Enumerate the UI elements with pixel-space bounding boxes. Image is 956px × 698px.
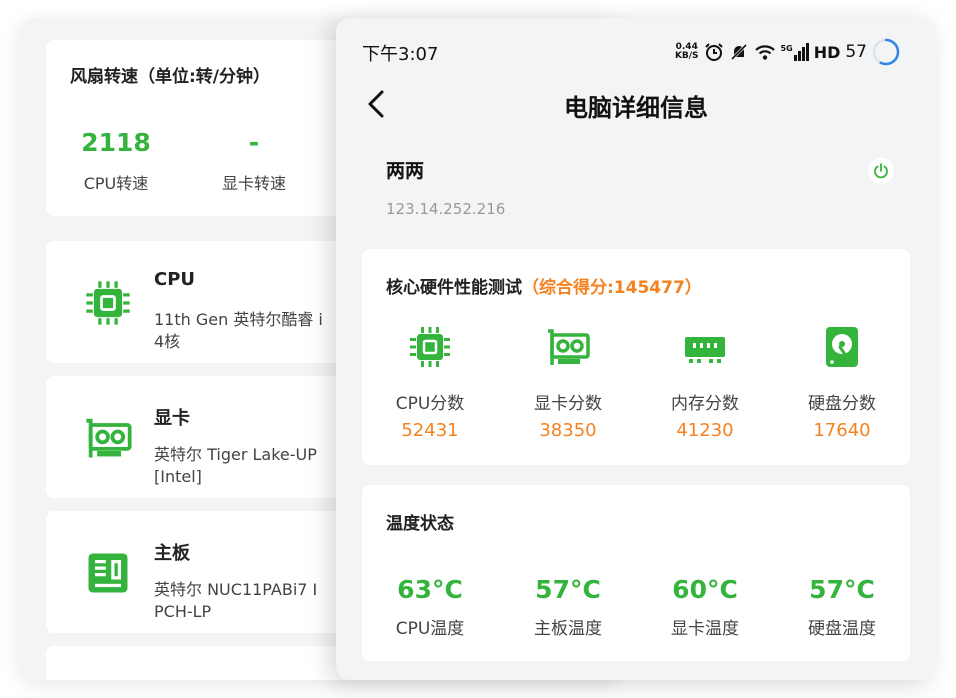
wifi-icon: [754, 45, 775, 60]
device-name: 两两: [386, 160, 425, 182]
temp-value: 57°C: [809, 575, 875, 604]
perf-label: 内存分数: [671, 394, 739, 414]
fan-speed-title: 风扇转速（单位:转/分钟）: [70, 67, 271, 87]
cellular-signal-icon: 5G: [781, 43, 809, 61]
temp-value: 57°C: [535, 575, 601, 604]
perf-score: 52431: [401, 420, 459, 441]
perf-label: 硬盘分数: [808, 394, 876, 414]
memory-icon: [685, 337, 725, 363]
perf-score: 38350: [539, 420, 597, 441]
detail-screen: 下午3:07 0.44 KB/S 5G HD 57 电脑详细信息 两两 123.…: [336, 18, 936, 680]
mute-bell-icon: [730, 43, 747, 61]
total-score: （综合得分:145477）: [522, 278, 702, 298]
temp-label: CPU温度: [395, 619, 465, 639]
motherboard-icon: [88, 553, 128, 593]
graphics-card-icon: [86, 418, 132, 458]
perf-label: 显卡分数: [534, 394, 602, 414]
graphics-card-icon: [548, 329, 590, 365]
perf-label: CPU分数: [395, 394, 465, 414]
network-speed: 0.44 KB/S: [674, 42, 699, 61]
status-bar-icons: 0.44 KB/S 5G HD 57: [675, 34, 900, 70]
perf-score: 17640: [813, 420, 871, 441]
temperature-title: 温度状态: [386, 514, 454, 534]
power-icon: [874, 163, 888, 179]
alarm-icon: [704, 43, 723, 61]
perf-item-memory[interactable]: 内存分数 41230: [645, 323, 765, 441]
hd-badge: HD: [813, 42, 841, 62]
hard-disk-icon: [826, 327, 858, 367]
device-ip: 123.14.252.216: [386, 200, 506, 218]
cpu-fan-label: CPU转速: [83, 174, 149, 193]
temp-item-disk: 57°C 硬盘温度: [782, 575, 902, 639]
hardware-title: CPU: [154, 269, 196, 290]
status-time: 下午3:07: [362, 44, 439, 65]
performance-test-card: 核心硬件性能测试（综合得分:145477） CPU分数 52431 显卡分数 3…: [362, 249, 910, 465]
performance-title: 核心硬件性能测试（综合得分:145477）: [386, 278, 702, 298]
battery-level: 57: [845, 42, 867, 62]
perf-score: 41230: [676, 420, 734, 441]
perf-item-cpu[interactable]: CPU分数 52431: [370, 323, 490, 441]
perf-item-gpu[interactable]: 显卡分数 38350: [508, 323, 628, 441]
temp-label: 显卡温度: [671, 619, 739, 639]
hardware-desc: 11th Gen 英特尔酷睿 i 4核: [154, 310, 323, 351]
temp-value: 60°C: [672, 575, 738, 604]
temp-label: 硬盘温度: [808, 619, 876, 639]
battery-ring-icon: [872, 38, 900, 66]
temp-item-cpu: 63°C CPU温度: [370, 575, 490, 639]
temperature-card: 温度状态 63°C CPU温度 57°C 主板温度 60°C 显卡温度 57°C…: [362, 485, 910, 661]
hardware-title: 显卡: [154, 408, 190, 429]
cpu-chip-icon: [86, 281, 130, 325]
temp-item-motherboard: 57°C 主板温度: [508, 575, 628, 639]
perf-item-disk[interactable]: 硬盘分数 17640: [782, 323, 902, 441]
gpu-fan-speed: -: [248, 128, 260, 157]
power-button[interactable]: [868, 158, 894, 184]
cpu-chip-icon: [410, 327, 450, 367]
gpu-fan-label: 显卡转速: [221, 174, 286, 193]
page-title: 电脑详细信息: [564, 94, 708, 122]
temp-label: 主板温度: [534, 619, 602, 639]
hardware-title: 主板: [154, 543, 190, 564]
temp-value: 63°C: [397, 575, 463, 604]
hardware-desc: 英特尔 Tiger Lake-UP [Intel]: [154, 445, 317, 486]
temp-item-gpu: 60°C 显卡温度: [645, 575, 765, 639]
cpu-fan-speed: 2118: [81, 128, 151, 157]
hardware-desc: 英特尔 NUC11PABi7 I PCH-LP: [154, 580, 318, 621]
